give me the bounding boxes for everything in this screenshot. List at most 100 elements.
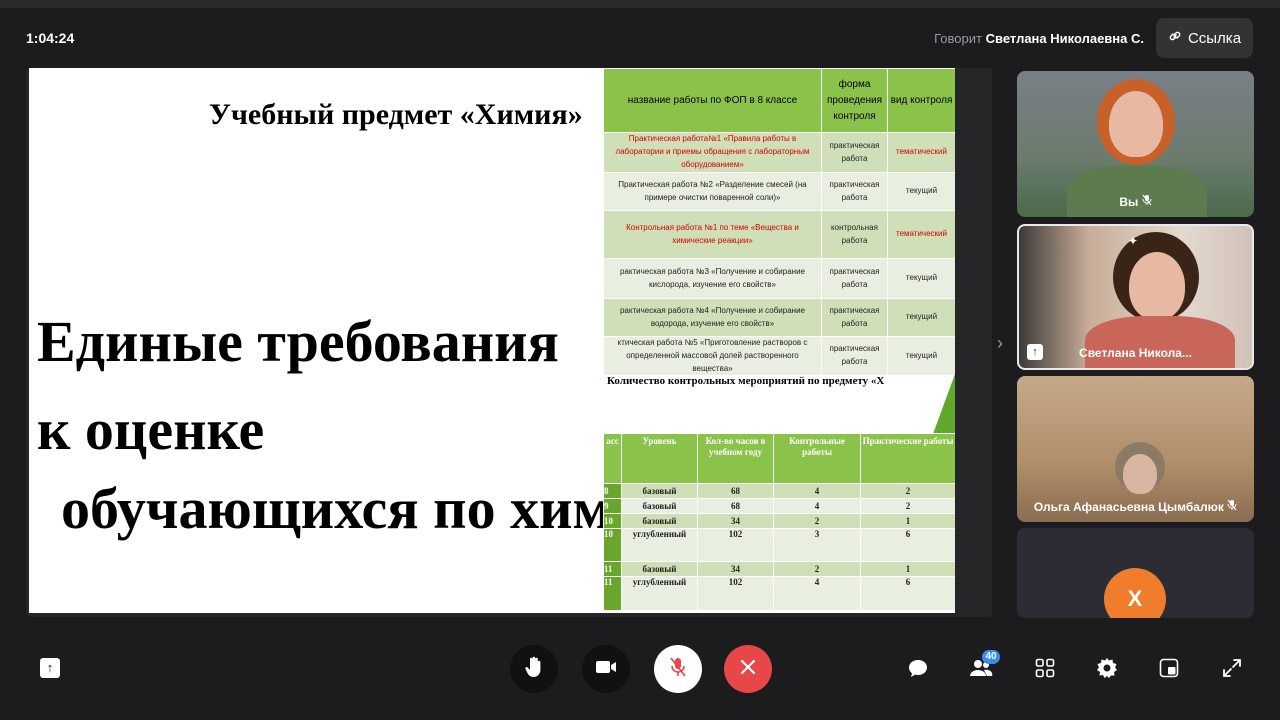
table-header: форма проведения контроля xyxy=(821,68,888,133)
participants-count-badge: 40 xyxy=(982,650,1000,664)
table-cell: текущий xyxy=(887,335,955,377)
table-header: Кол-во часов в учебном году xyxy=(697,433,774,484)
table-cell: 102 xyxy=(697,576,774,611)
camera-button[interactable] xyxy=(582,645,630,693)
microphone-button[interactable] xyxy=(654,645,702,693)
grid-view-button[interactable] xyxy=(1030,655,1060,685)
table-cell: 11 xyxy=(603,576,622,611)
works-table: название работы по ФОП в 8 классе форма … xyxy=(603,68,955,377)
speaker-name: Светлана Николаевна С. xyxy=(985,31,1144,46)
slide-title-line-1: Единые требования xyxy=(37,309,559,374)
table-cell: базовый xyxy=(621,483,698,499)
table-cell: 1 xyxy=(860,561,955,577)
table-cell: практическая работа xyxy=(821,335,888,377)
table-header: Контрольные работы xyxy=(773,433,861,484)
chevron-right-icon[interactable]: › xyxy=(997,333,1003,354)
settings-button[interactable] xyxy=(1092,655,1122,685)
fullscreen-button[interactable] xyxy=(1217,655,1247,685)
table-cell: 2 xyxy=(773,513,861,529)
table-cell: 8 xyxy=(603,483,622,499)
chat-icon xyxy=(907,658,929,683)
top-strip xyxy=(0,0,1280,8)
table-header: Практические работы xyxy=(860,433,955,484)
table-cell: Контрольная работа №1 по теме «Вещества … xyxy=(603,210,822,259)
participant-name: Вы xyxy=(1017,194,1254,209)
table-cell: текущий xyxy=(887,172,955,211)
table-header: вид контроля xyxy=(887,68,955,133)
table-header: асс xyxy=(603,433,622,484)
raise-hand-button[interactable] xyxy=(510,645,558,693)
table-cell: 102 xyxy=(697,528,774,562)
pin-icon[interactable]: ✦ xyxy=(1128,234,1138,248)
table-cell: тематический xyxy=(887,210,955,259)
slide-right-panel: название работы по ФОП в 8 классе форма … xyxy=(603,68,955,613)
participant-tile[interactable]: Х xyxy=(1017,528,1254,618)
slide-left-panel: Учебный предмет «Химия» Единые требовани… xyxy=(29,68,679,613)
slide-title-line-3: обучающихся по химии xyxy=(61,476,679,541)
speaker-prefix: Говорит xyxy=(934,31,982,46)
table-cell: практическая работа xyxy=(821,132,888,173)
expand-icon xyxy=(1222,658,1242,683)
table-cell: контрольная работа xyxy=(821,210,888,259)
participant-name-text: Ольга Афанасьевна Цымбалюк xyxy=(1033,500,1224,514)
participant-name: Ольга Афанасьевна Цымбалюк xyxy=(1017,499,1254,514)
table-cell: углубленный xyxy=(621,528,698,562)
table-cell: базовый xyxy=(621,498,698,514)
layout-button[interactable] xyxy=(1154,655,1184,685)
participant-body xyxy=(1085,316,1235,368)
close-icon xyxy=(739,658,757,681)
table-cell: углубленный xyxy=(621,576,698,611)
share-screen-icon[interactable]: ↑ xyxy=(40,658,60,678)
participant-body xyxy=(1067,166,1207,217)
participant-tile[interactable]: Ольга Афанасьевна Цымбалюк xyxy=(1017,376,1254,522)
table-cell: 6 xyxy=(860,528,955,562)
link-label: Ссылка xyxy=(1187,29,1242,47)
slide-subject: Учебный предмет «Химия» xyxy=(209,98,583,131)
table-cell: базовый xyxy=(621,561,698,577)
grid-icon xyxy=(1035,658,1055,683)
avatar: Х xyxy=(1104,568,1166,618)
table-cell: 4 xyxy=(773,483,861,499)
table-cell: Практическая работа№1 «Правила работы в … xyxy=(603,132,822,173)
end-call-button[interactable] xyxy=(724,645,772,693)
decorative-triangle xyxy=(933,374,955,434)
participant-face xyxy=(1123,454,1157,494)
table-cell: 6 xyxy=(860,576,955,611)
participant-name: Светлана Никола... xyxy=(1079,346,1192,360)
table-cell: рактическая работа №3 «Получение и собир… xyxy=(603,258,822,299)
copy-link-button[interactable]: Ссылка xyxy=(1156,18,1253,58)
link-icon xyxy=(1168,29,1182,47)
shared-slide: Учебный предмет «Химия» Единые требовани… xyxy=(29,68,955,613)
table-cell: практическая работа xyxy=(821,298,888,337)
hours-table-title: Количество контрольных мероприятий по пр… xyxy=(607,375,885,387)
table-cell: 10 xyxy=(603,513,622,529)
participant-name-text: Вы xyxy=(1119,195,1139,209)
table-cell: 2 xyxy=(860,483,955,499)
table-cell: 1 xyxy=(860,513,955,529)
participant-tile-self[interactable]: Вы xyxy=(1017,71,1254,217)
table-cell: практическая работа xyxy=(821,172,888,211)
table-cell: Практическая работа №2 «Разделение смесе… xyxy=(603,172,822,211)
table-cell: 34 xyxy=(697,561,774,577)
table-cell: 34 xyxy=(697,513,774,529)
table-cell: практическая работа xyxy=(821,258,888,299)
mic-off-icon xyxy=(1227,499,1237,514)
picture-in-picture-icon xyxy=(1159,658,1179,683)
table-cell: текущий xyxy=(887,298,955,337)
mic-off-icon xyxy=(1142,194,1152,209)
table-cell: ктическая работа №5 «Приготовление раств… xyxy=(603,335,822,377)
participant-tile-speaker[interactable]: ✦ ↑ Светлана Никола... xyxy=(1017,224,1254,370)
camera-icon xyxy=(595,659,617,680)
mic-off-icon xyxy=(668,656,688,683)
chat-button[interactable] xyxy=(903,655,933,685)
table-cell: 2 xyxy=(773,561,861,577)
participant-face xyxy=(1129,252,1185,320)
table-cell: базовый xyxy=(621,513,698,529)
hours-table: асс Уровень Кол-во часов в учебном году … xyxy=(603,433,955,611)
table-cell: 68 xyxy=(697,498,774,514)
table-cell: 10 xyxy=(603,528,622,562)
table-header: Уровень xyxy=(621,433,698,484)
table-cell: 11 xyxy=(603,561,622,577)
table-cell: 4 xyxy=(773,576,861,611)
table-cell: 4 xyxy=(773,498,861,514)
